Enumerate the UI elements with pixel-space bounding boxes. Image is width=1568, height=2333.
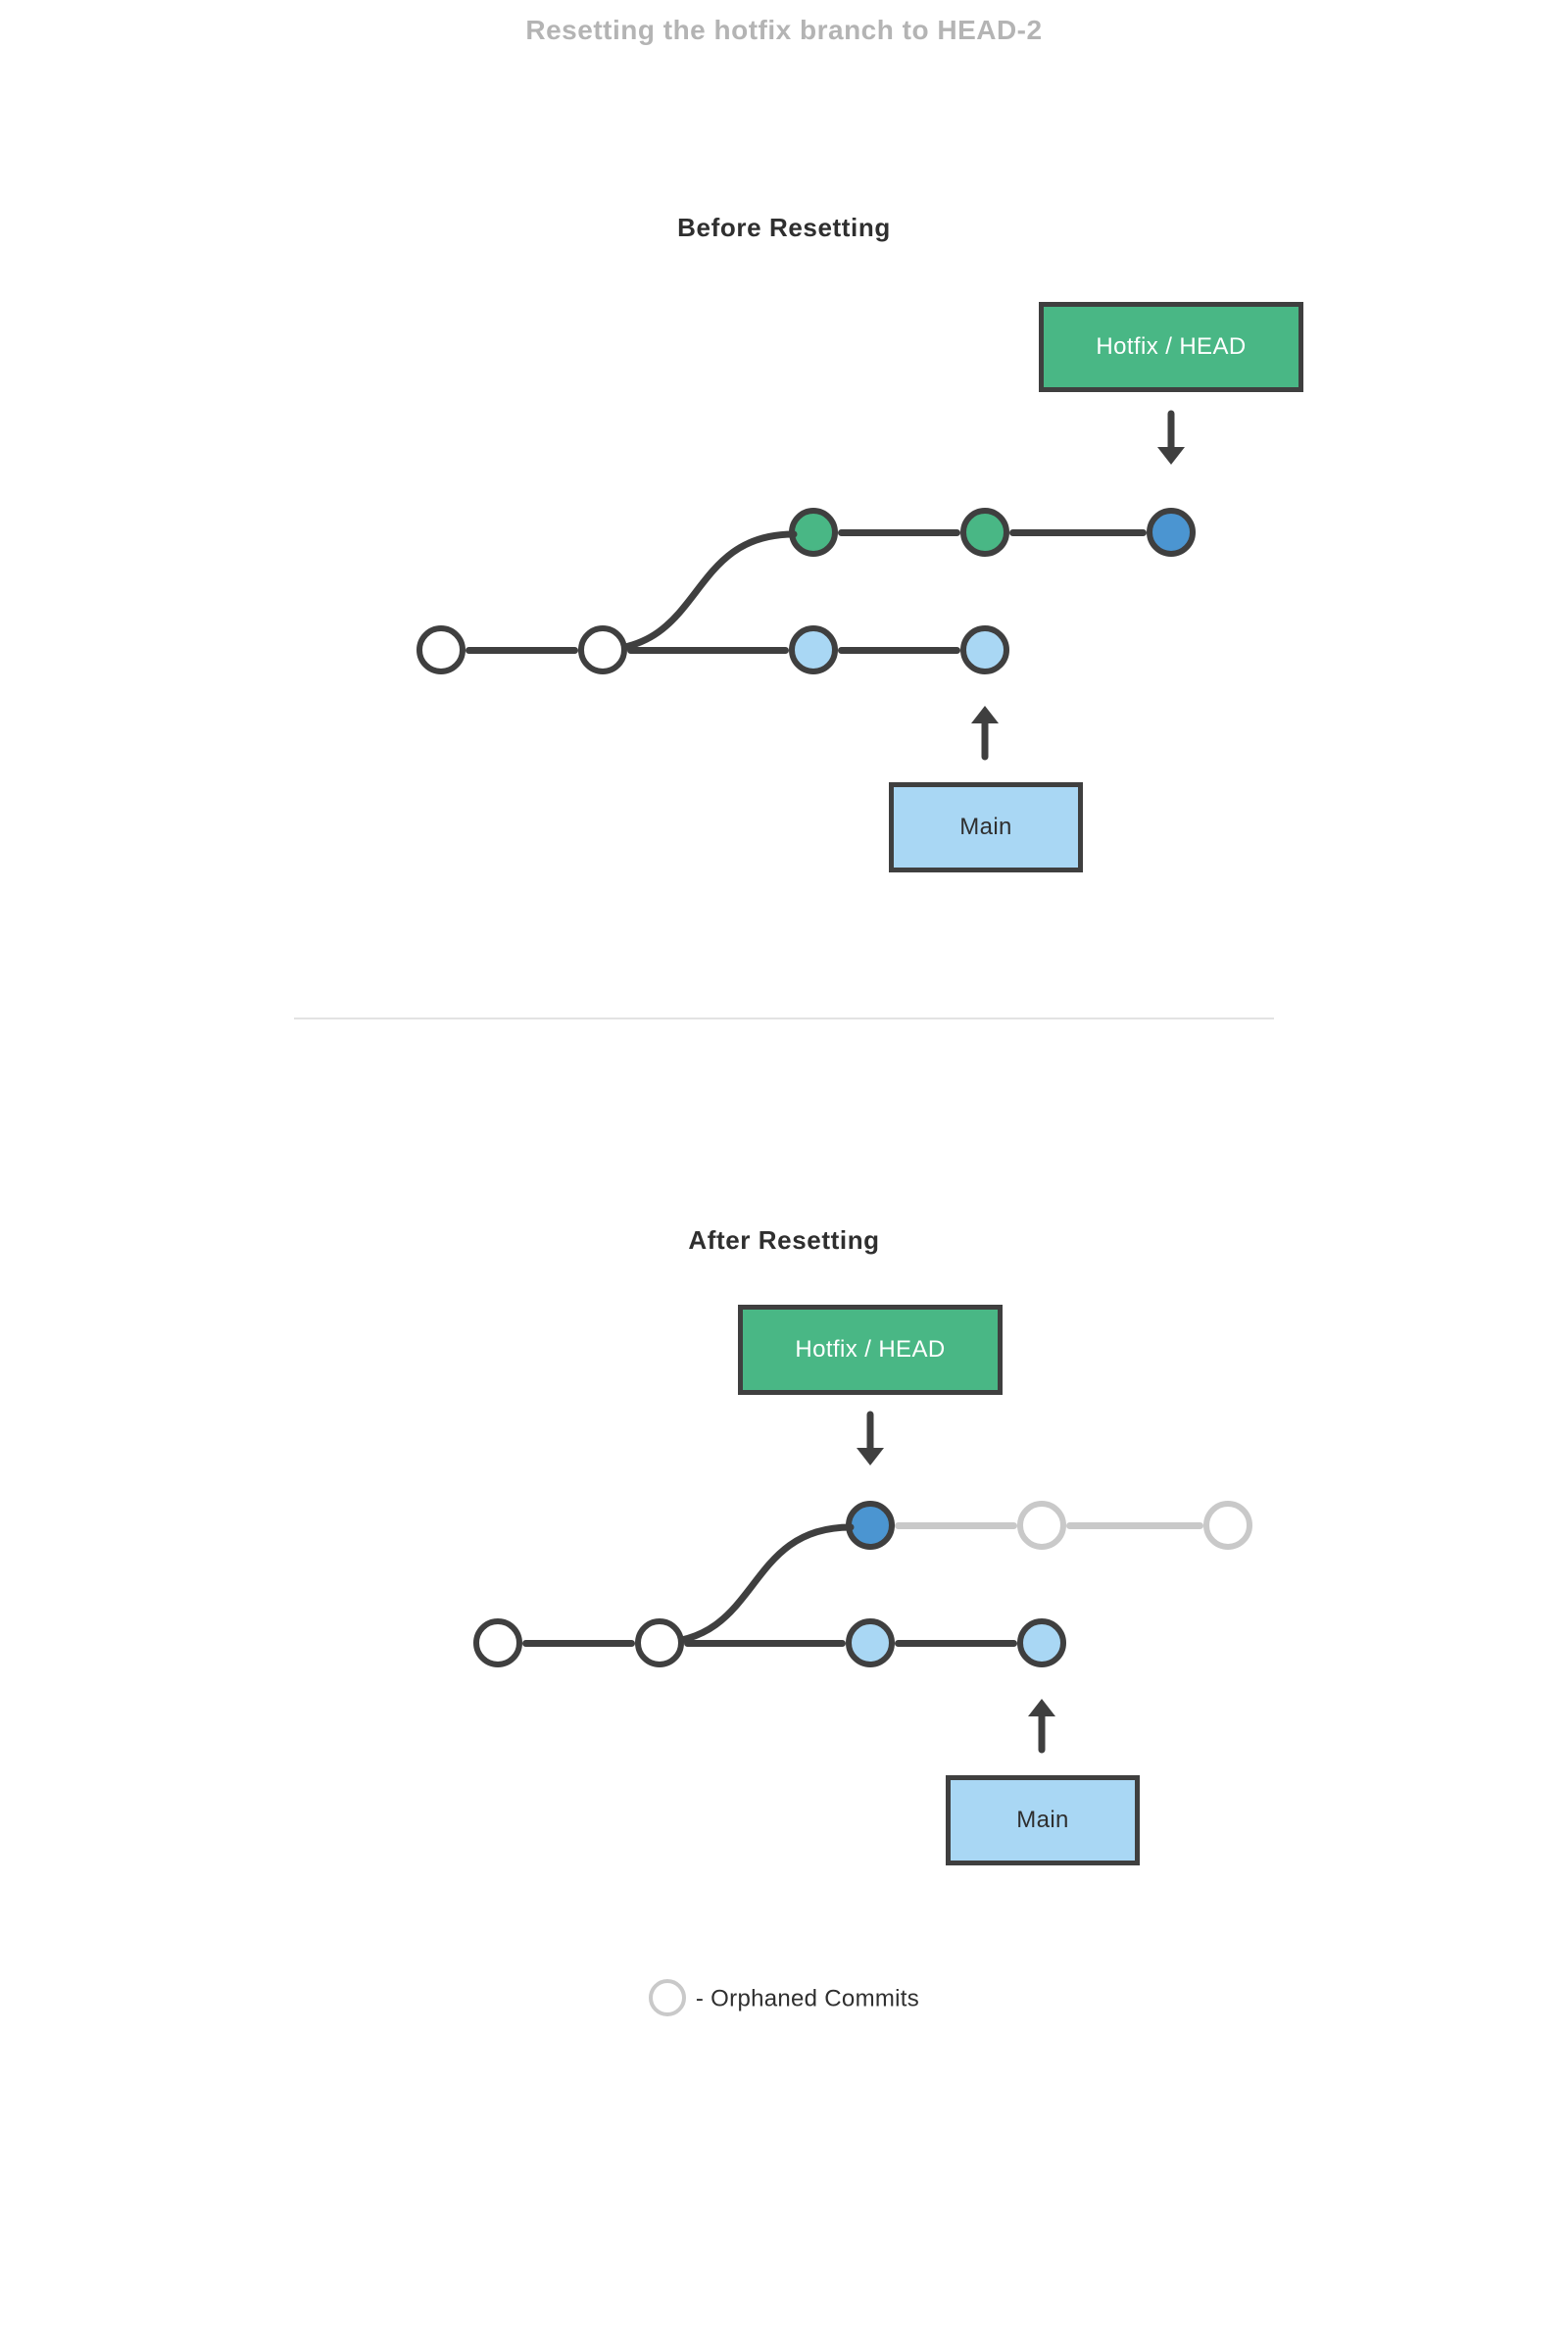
arrow-down-icon	[851, 1411, 890, 1467]
after-heading: After Resetting	[0, 1225, 1568, 1256]
legend: - Orphaned Commits	[294, 1981, 1274, 2018]
page-title: Resetting the hotfix branch to HEAD-2	[0, 15, 1568, 46]
commit-head-node	[1147, 508, 1196, 557]
commit-main-tip-node	[1017, 1618, 1066, 1667]
commit-edge	[838, 647, 960, 654]
tag-hotfix-before: Hotfix / HEAD	[1039, 302, 1303, 392]
commit-edge	[684, 1640, 846, 1647]
commit-node	[960, 508, 1009, 557]
commit-node	[846, 1618, 895, 1667]
tag-hotfix-label: Hotfix / HEAD	[1096, 333, 1246, 361]
commit-node	[473, 1618, 522, 1667]
before-heading: Before Resetting	[0, 213, 1568, 243]
commit-node	[578, 625, 627, 674]
commit-node	[789, 625, 838, 674]
orphan-swatch-icon	[649, 1979, 686, 2016]
tag-main-label: Main	[1016, 1807, 1069, 1834]
commit-edge-orphan	[1066, 1522, 1203, 1529]
tag-hotfix-label: Hotfix / HEAD	[795, 1336, 945, 1364]
commit-edge	[895, 1640, 1017, 1647]
commit-edge-orphan	[895, 1522, 1017, 1529]
divider	[294, 1018, 1274, 1019]
tag-main-after: Main	[946, 1775, 1140, 1865]
commit-node	[416, 625, 466, 674]
tag-hotfix-after: Hotfix / HEAD	[738, 1305, 1003, 1395]
commit-edge	[466, 647, 578, 654]
arrow-up-icon	[1022, 1697, 1061, 1754]
tag-main-label: Main	[959, 814, 1012, 841]
commit-orphan-node	[1203, 1501, 1252, 1550]
diagram-after: Hotfix / HEAD Main	[294, 1285, 1274, 1971]
arrow-up-icon	[965, 704, 1004, 761]
commit-edge	[1009, 529, 1147, 536]
commit-node	[635, 1618, 684, 1667]
commit-orphan-node	[1017, 1501, 1066, 1550]
commit-main-tip-node	[960, 625, 1009, 674]
tag-main-before: Main	[889, 782, 1083, 872]
commit-edge	[522, 1640, 635, 1647]
commit-edge	[838, 529, 960, 536]
arrow-down-icon	[1152, 410, 1191, 467]
diagram-before: Hotfix / HEAD Main	[294, 273, 1274, 959]
commit-edge	[627, 647, 789, 654]
legend-label: - Orphaned Commits	[696, 1985, 919, 2011]
